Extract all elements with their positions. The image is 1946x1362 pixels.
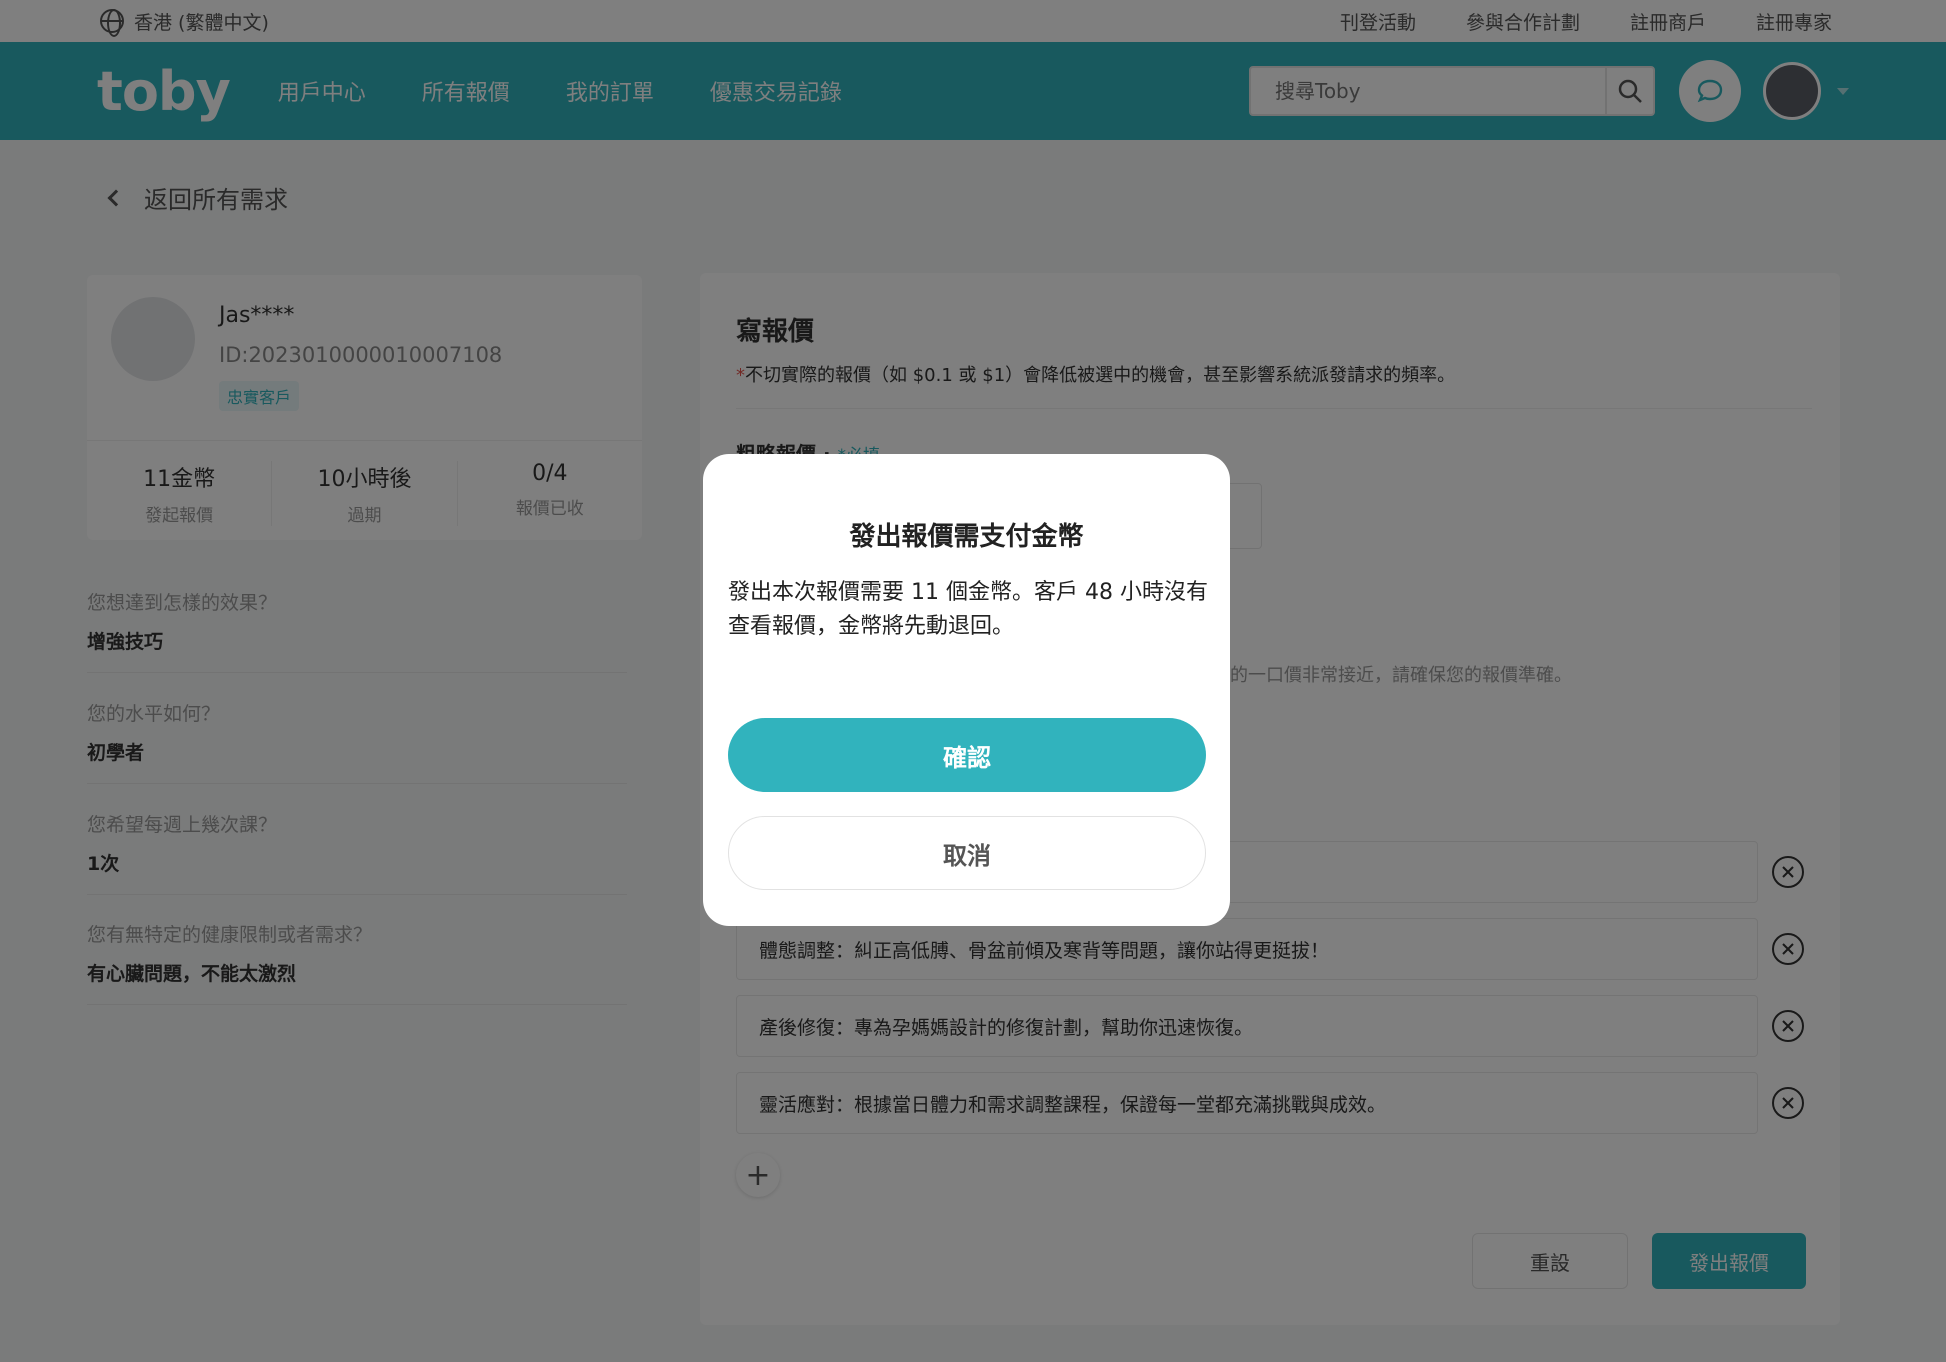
dialog-message: 發出本次報價需要 11 個金幣。客戶 48 小時沒有查看報價，金幣將先動退回。 [728, 580, 1208, 639]
cancel-button[interactable]: 取消 [728, 816, 1206, 890]
coin-payment-dialog: 發出報價需支付金幣 發出本次報價需要 11 個金幣。客戶 48 小時沒有查看報價… [703, 454, 1230, 926]
dialog-title: 發出報價需支付金幣 [849, 522, 1084, 552]
confirm-button[interactable]: 確認 [728, 718, 1206, 792]
